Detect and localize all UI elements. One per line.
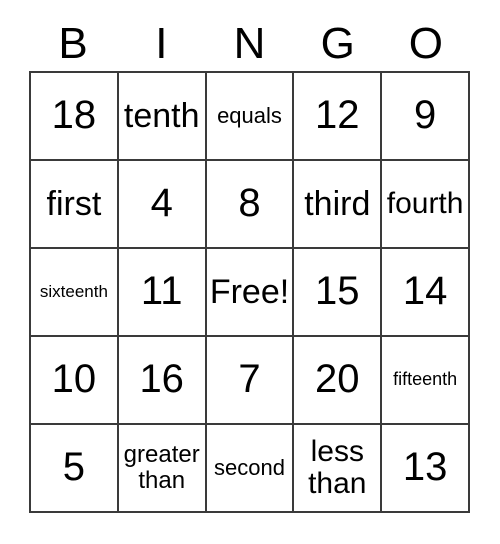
bingo-cell-r5c3[interactable]: second (206, 425, 295, 513)
bingo-cell-r5c5[interactable]: 13 (382, 425, 470, 513)
bingo-cell-label: 20 (315, 357, 360, 402)
bingo-header-letter-i: I (155, 19, 168, 68)
bingo-cell-r2c2[interactable]: 4 (118, 161, 207, 249)
bingo-cell-r1c5[interactable]: 9 (382, 73, 470, 161)
bingo-cell-r4c5[interactable]: fifteenth (382, 337, 470, 425)
bingo-header-letter-b: B (58, 19, 88, 68)
bingo-cell-label: greater than (123, 441, 200, 494)
bingo-cell-r1c4[interactable]: 12 (294, 73, 383, 161)
bingo-cell-label: equals (217, 103, 282, 129)
bingo-cell-label: fifteenth (393, 369, 458, 390)
bingo-header-letter-o: O (408, 19, 444, 68)
bingo-cell-label: 8 (238, 181, 261, 226)
bingo-cell-r2c1[interactable]: first (31, 161, 119, 249)
bingo-header-letter-g: G (320, 19, 355, 68)
bingo-cell-label: 15 (315, 269, 360, 314)
bingo-cell-free-space[interactable]: Free! (206, 249, 295, 337)
bingo-cell-label: tenth (123, 96, 200, 135)
bingo-cell-r2c3[interactable]: 8 (206, 161, 295, 249)
bingo-cell-r1c1[interactable]: 18 (31, 73, 119, 161)
bingo-cell-r5c1[interactable]: 5 (31, 425, 119, 513)
bingo-cell-label: fourth (386, 186, 464, 220)
bingo-header-letter-n: N (233, 19, 266, 68)
bingo-grid: 18 tenth equals 12 9 first 4 8 third fou… (29, 71, 470, 513)
bingo-cell-label: 18 (51, 93, 97, 138)
bingo-cell-r4c3[interactable]: 7 (206, 337, 295, 425)
bingo-cell-r4c2[interactable]: 16 (118, 337, 207, 425)
bingo-cell-label: 5 (62, 445, 86, 490)
bingo-cell-label: second (214, 455, 285, 481)
bingo-cell-label: 7 (238, 357, 261, 402)
bingo-cell-label: 4 (150, 181, 173, 226)
bingo-cell-label: 14 (402, 269, 448, 314)
bingo-cell-label: 11 (140, 269, 183, 314)
bingo-cell-r1c3[interactable]: equals (206, 73, 295, 161)
bingo-free-space-label: Free! (209, 272, 290, 311)
bingo-cell-label: 12 (315, 93, 360, 138)
bingo-cell-label: less than (308, 434, 367, 500)
bingo-cell-r3c2[interactable]: 11 (118, 249, 207, 337)
bingo-cell-r5c2[interactable]: greater than (118, 425, 207, 513)
bingo-cell-r2c5[interactable]: fourth (382, 161, 470, 249)
bingo-cell-r2c4[interactable]: third (294, 161, 383, 249)
bingo-cell-label: 16 (139, 357, 184, 402)
bingo-cell-r3c4[interactable]: 15 (294, 249, 383, 337)
bingo-cell-r4c4[interactable]: 20 (294, 337, 383, 425)
bingo-cell-r3c1[interactable]: sixteenth (31, 249, 119, 337)
bingo-header-row: B I N G O (29, 18, 470, 70)
bingo-cell-label: 13 (402, 445, 448, 490)
bingo-cell-label: sixteenth (39, 281, 108, 301)
bingo-cell-r1c2[interactable]: tenth (118, 73, 207, 161)
bingo-cell-label: 10 (51, 357, 97, 402)
bingo-card: B I N G O 18 tenth equals 12 9 first 4 8… (0, 0, 500, 544)
bingo-cell-label: first (46, 184, 102, 223)
bingo-cell-r5c4[interactable]: less than (294, 425, 383, 513)
bingo-cell-label: third (304, 184, 371, 223)
bingo-cell-label: 9 (413, 93, 437, 138)
bingo-cell-r3c5[interactable]: 14 (382, 249, 470, 337)
bingo-cell-r4c1[interactable]: 10 (31, 337, 119, 425)
